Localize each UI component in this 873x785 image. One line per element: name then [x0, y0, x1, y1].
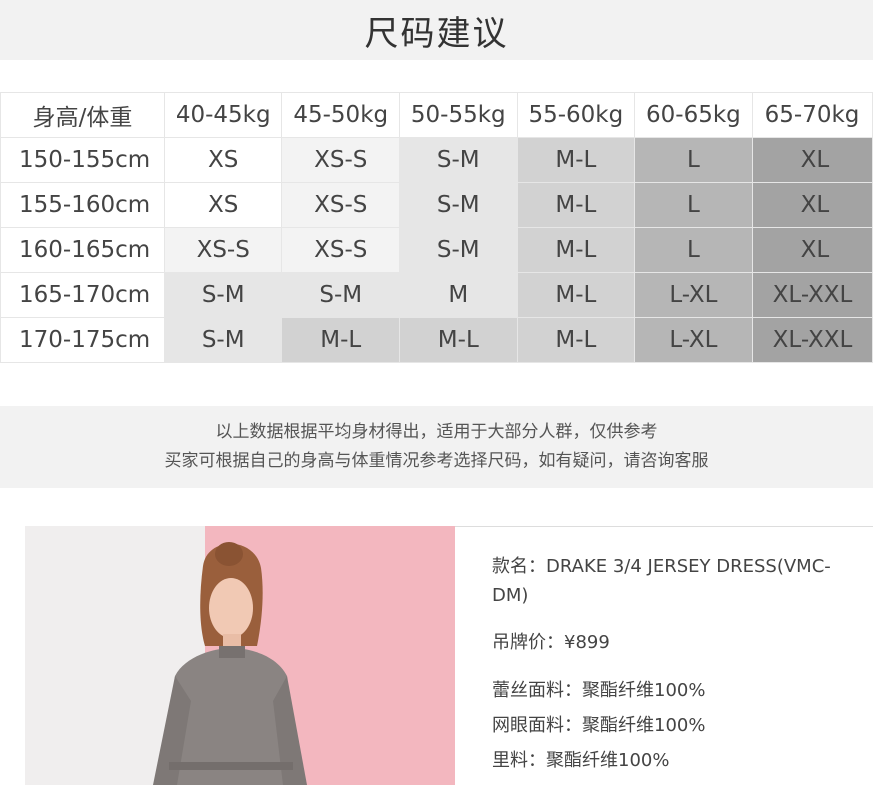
mesh-material: 网眼面料：聚酯纤维100% [492, 715, 706, 736]
product-name: 款名：DRAKE 3/4 JERSEY DRESS(VMC-DM) [492, 556, 831, 606]
note-line: 买家可根据自己的身高与体重情况参考选择尺码，如有疑问，请咨询客服 [164, 451, 709, 471]
size-cell: XL [751, 182, 873, 228]
size-cell: XS-S [163, 227, 283, 273]
size-chart-wrapper: 身高/体重 40-45kg 45-50kg 50-55kg 55-60kg 60… [0, 92, 873, 368]
row-header: 155-160cm [0, 182, 165, 228]
size-cell: L-XL [634, 317, 753, 363]
row-header: 170-175cm [0, 317, 165, 363]
size-cell: M-L [516, 227, 636, 273]
size-cell: S-M [163, 272, 283, 318]
size-cell: S-M [163, 317, 283, 363]
note-line: 以上数据根据平均身材得出，适用于大部分人群，仅供参考 [215, 422, 658, 442]
table-row: 165-170cm S-M S-M M M-L L-XL XL-XXL [0, 272, 873, 318]
row-header: 150-155cm [0, 137, 165, 183]
size-note: 以上数据根据平均身材得出，适用于大部分人群，仅供参考 买家可根据自己的身高与体重… [0, 406, 873, 488]
size-cell: S-M [399, 137, 518, 183]
size-cell: XS-S [281, 227, 401, 273]
divider [455, 526, 873, 527]
title-bar: 尺码建议 [0, 0, 873, 60]
size-cell: XS [163, 182, 283, 228]
size-cell: M-L [516, 137, 636, 183]
size-cell: M-L [281, 317, 401, 363]
model-figure [153, 542, 307, 785]
size-cell: L-XL [634, 272, 753, 318]
size-cell: XS [163, 137, 283, 183]
lace-material: 蕾丝面料：聚酯纤维100% [492, 680, 706, 701]
size-cell: M-L [516, 182, 636, 228]
size-cell: XL [751, 137, 873, 183]
column-header: 50-55kg [399, 92, 518, 138]
size-cell: XL-XXL [751, 272, 873, 318]
lining-material: 里料：聚酯纤维100% [492, 750, 670, 771]
size-cell: M-L [399, 317, 518, 363]
page-title: 尺码建议 [364, 13, 509, 54]
size-cell: XS-S [281, 182, 401, 228]
size-cell: L [634, 182, 753, 228]
corner-header: 身高/体重 [0, 92, 165, 138]
table-row: 170-175cm S-M M-L M-L M-L L-XL XL-XXL [0, 317, 873, 363]
size-cell: M-L [516, 272, 636, 318]
product-photo [25, 526, 455, 785]
table-row: 150-155cm XS XS-S S-M M-L L XL [0, 137, 873, 183]
table-header-row: 身高/体重 40-45kg 45-50kg 50-55kg 55-60kg 60… [0, 92, 873, 138]
column-header: 65-70kg [751, 92, 873, 138]
product-price: 吊牌价：¥899 [492, 632, 610, 653]
row-header: 160-165cm [0, 227, 165, 273]
table-row: 160-165cm XS-S XS-S S-M M-L L XL [0, 227, 873, 273]
column-header: 45-50kg [281, 92, 401, 138]
size-cell: S-M [399, 227, 518, 273]
column-header: 40-45kg [163, 92, 283, 138]
size-cell: L [634, 227, 753, 273]
size-chart-table: 身高/体重 40-45kg 45-50kg 50-55kg 55-60kg 60… [0, 92, 873, 363]
size-cell: S-M [281, 272, 401, 318]
size-cell: L [634, 137, 753, 183]
size-cell: S-M [399, 182, 518, 228]
size-cell: M [399, 272, 518, 318]
table-row: 155-160cm XS XS-S S-M M-L L XL [0, 182, 873, 228]
column-header: 60-65kg [634, 92, 753, 138]
size-cell: M-L [516, 317, 636, 363]
size-cell: XS-S [281, 137, 401, 183]
column-header: 55-60kg [516, 92, 636, 138]
size-cell: XL-XXL [751, 317, 873, 363]
size-cell: XL [751, 227, 873, 273]
row-header: 165-170cm [0, 272, 165, 318]
